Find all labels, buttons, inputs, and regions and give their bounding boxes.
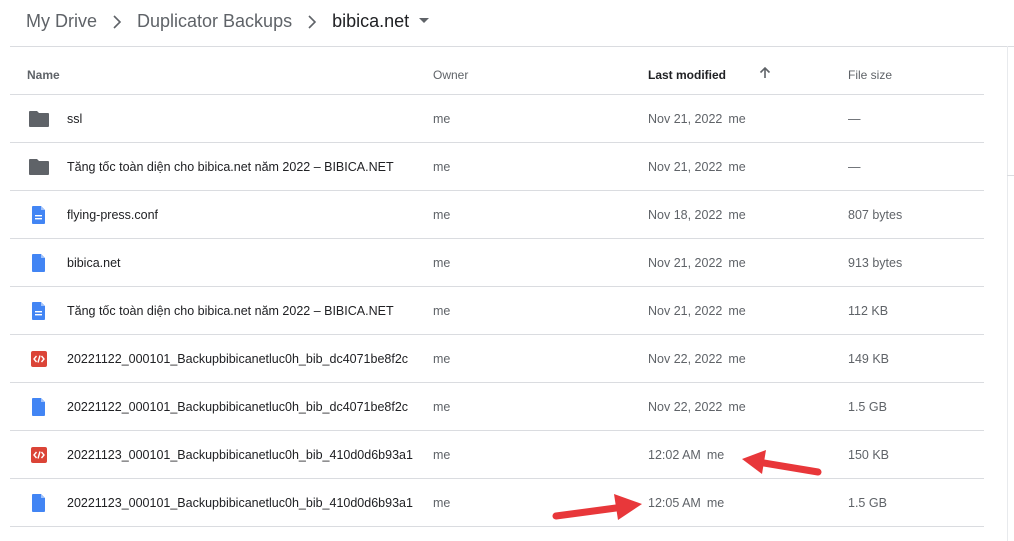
arrow-up-icon[interactable]	[759, 66, 771, 82]
column-header-name[interactable]: Name	[27, 47, 60, 94]
file-name[interactable]: 20221122_000101_Backupbibicanetluc0h_bib…	[67, 383, 417, 431]
file-owner: me	[433, 448, 451, 462]
file-size: —	[848, 160, 861, 174]
breadcrumb-duplicator-backups[interactable]: Duplicator Backups	[137, 11, 292, 32]
file-last-modified: Nov 22, 2022 me	[648, 335, 746, 383]
file-list: Name Owner Last modified File size ssl me…	[10, 47, 984, 527]
file-last-modified: Nov 21, 2022 me	[648, 287, 746, 335]
file-name[interactable]: bibica.net	[67, 239, 417, 287]
file-owner: me	[433, 112, 451, 126]
column-header-owner[interactable]: Owner	[433, 47, 468, 94]
file-icon	[28, 254, 50, 272]
modified-date: Nov 18, 2022	[648, 208, 723, 222]
modified-by: me	[728, 304, 746, 318]
caret-down-icon[interactable]	[419, 18, 430, 24]
modified-by: me	[706, 496, 725, 510]
file-last-modified: Nov 21, 2022 me	[648, 143, 746, 191]
modified-date: 12:05 AM	[648, 496, 701, 510]
modified-by: me	[728, 160, 746, 174]
file-owner: me	[433, 304, 451, 318]
file-last-modified: Nov 22, 2022 me	[648, 383, 746, 431]
file-row[interactable]: 20221123_000101_Backupbibicanetluc0h_bib…	[10, 479, 984, 527]
modified-by: me	[728, 208, 746, 222]
file-size: 1.5 GB	[848, 496, 887, 510]
file-row[interactable]: Tăng tốc toàn diện cho bibica.net năm 20…	[10, 143, 984, 191]
modified-date: Nov 21, 2022	[648, 112, 723, 126]
column-header-file-size[interactable]: File size	[848, 47, 892, 94]
file-owner: me	[433, 352, 451, 366]
modified-by: me	[728, 256, 746, 270]
details-panel-divider-tick	[1007, 175, 1014, 176]
file-last-modified: 12:05 AM me	[648, 479, 724, 527]
file-row[interactable]: flying-press.conf me Nov 18, 2022 me 807 byt…	[10, 191, 984, 239]
document-icon	[28, 302, 50, 320]
column-header-last-modified[interactable]: Last modified	[648, 47, 726, 94]
file-owner: me	[433, 256, 451, 270]
document-icon	[28, 206, 50, 224]
file-list-header: Name Owner Last modified File size	[10, 47, 984, 95]
file-last-modified: 12:02 AM me	[648, 431, 724, 479]
file-icon	[28, 398, 50, 416]
file-owner: me	[433, 208, 451, 222]
file-size: 112 KB	[848, 304, 889, 318]
folder-icon	[28, 110, 50, 128]
file-owner: me	[433, 400, 451, 414]
breadcrumb: My Drive Duplicator Backups bibica.net	[26, 0, 430, 42]
file-owner: me	[433, 160, 451, 174]
modified-date: Nov 21, 2022	[648, 304, 723, 318]
chevron-right-icon	[97, 11, 137, 32]
modified-date: Nov 21, 2022	[648, 160, 723, 174]
file-name[interactable]: 20221123_000101_Backupbibicanetluc0h_bib…	[67, 431, 417, 479]
modified-date: Nov 22, 2022	[648, 352, 723, 366]
file-size: 150 KB	[848, 448, 890, 462]
modified-by: me	[728, 400, 746, 414]
modified-by: me	[728, 352, 746, 366]
file-icon	[28, 494, 50, 512]
breadcrumb-my-drive[interactable]: My Drive	[26, 11, 97, 32]
file-row[interactable]: Tăng tốc toàn diện cho bibica.net năm 20…	[10, 287, 984, 335]
file-last-modified: Nov 18, 2022 me	[648, 191, 746, 239]
details-panel-divider	[1007, 46, 1008, 541]
modified-by: me	[728, 112, 746, 126]
file-name[interactable]: Tăng tốc toàn diện cho bibica.net năm 20…	[67, 143, 417, 191]
modified-date: 12:02 AM	[648, 448, 701, 462]
breadcrumb-current-folder[interactable]: bibica.net	[332, 11, 409, 32]
file-row[interactable]: 20221122_000101_Backupbibicanetluc0h_bib…	[10, 335, 984, 383]
file-size: —	[848, 112, 861, 126]
file-size: 913 bytes	[848, 256, 903, 270]
file-name[interactable]: ssl	[67, 95, 417, 143]
folder-icon	[28, 158, 50, 176]
chevron-right-icon	[292, 11, 332, 32]
annotation-arrow-icon	[742, 450, 822, 476]
file-size: 807 bytes	[848, 208, 903, 222]
file-name[interactable]: 20221122_000101_Backupbibicanetluc0h_bib…	[67, 335, 417, 383]
file-size: 1.5 GB	[848, 400, 887, 414]
file-row[interactable]: 20221123_000101_Backupbibicanetluc0h_bib…	[10, 431, 984, 479]
file-owner: me	[433, 496, 451, 510]
file-name[interactable]: 20221123_000101_Backupbibicanetluc0h_bib…	[67, 479, 417, 527]
file-last-modified: Nov 21, 2022 me	[648, 239, 746, 287]
file-name[interactable]: flying-press.conf	[67, 191, 417, 239]
modified-by: me	[706, 448, 725, 462]
file-size: 149 KB	[848, 352, 890, 366]
modified-date: Nov 22, 2022	[648, 400, 723, 414]
file-row[interactable]: bibica.net me Nov 21, 2022 me 913 bytes	[10, 239, 984, 287]
code-file-icon	[28, 446, 50, 464]
file-row[interactable]: 20221122_000101_Backupbibicanetluc0h_bib…	[10, 383, 984, 431]
modified-date: Nov 21, 2022	[648, 256, 723, 270]
file-row[interactable]: ssl me Nov 21, 2022 me —	[10, 95, 984, 143]
file-name[interactable]: Tăng tốc toàn diện cho bibica.net năm 20…	[67, 287, 417, 335]
code-file-icon	[28, 350, 50, 368]
annotation-arrow-icon	[552, 494, 642, 520]
file-last-modified: Nov 21, 2022 me	[648, 95, 746, 143]
